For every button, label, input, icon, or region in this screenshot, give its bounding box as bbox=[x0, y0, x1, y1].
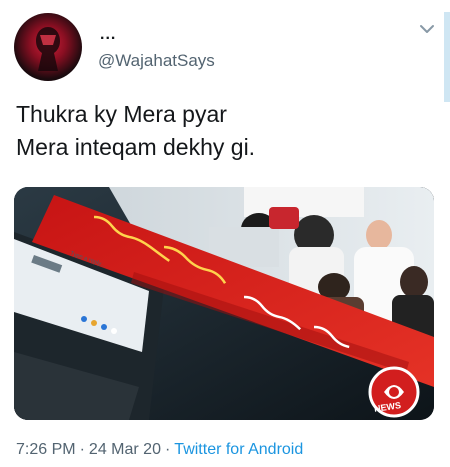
tweet-media-image[interactable]: NEWS Type a reply... bbox=[14, 187, 434, 420]
separator-dot: · bbox=[79, 441, 85, 458]
tweet-text: Thukra ky Mera pyar Mera inteqam dekhy g… bbox=[16, 98, 436, 164]
separator-dot: · bbox=[164, 441, 171, 458]
tweet-time[interactable]: 7:26 PM bbox=[16, 441, 76, 458]
tweet-text-line: Thukra ky Mera pyar bbox=[16, 101, 227, 127]
media-news-screenshot bbox=[14, 187, 434, 420]
tweet-text-line: Mera inteqam dekhy gi. bbox=[16, 134, 256, 160]
display-name[interactable]: ... bbox=[100, 26, 116, 44]
tweet-date[interactable]: 24 Mar 20 bbox=[89, 441, 161, 458]
user-handle[interactable]: @WajahatSays bbox=[98, 51, 215, 71]
tweet-footer: 7:26 PM · 24 Mar 20 · Twitter for Android bbox=[16, 441, 303, 459]
chevron-down-icon[interactable] bbox=[418, 22, 436, 36]
tweet-source-link[interactable]: Twitter for Android bbox=[174, 441, 303, 458]
avatar-silhouette bbox=[36, 27, 60, 71]
adjacent-panel-edge bbox=[444, 12, 450, 102]
avatar[interactable] bbox=[14, 13, 82, 81]
